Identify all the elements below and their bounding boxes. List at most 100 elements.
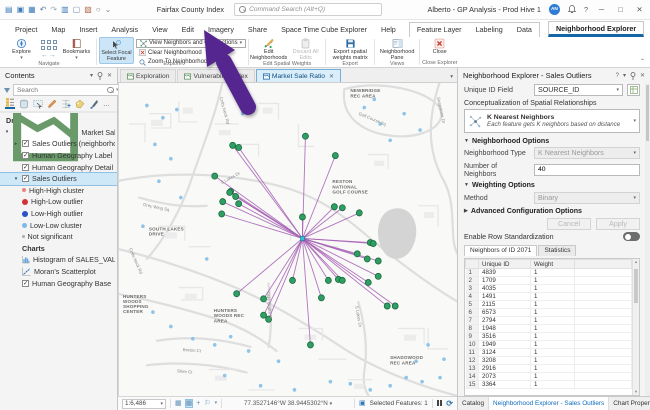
map-tab-market-sale-ratio[interactable]: Market Sale Ratio✕ <box>256 69 341 82</box>
neighbor-point[interactable] <box>219 211 225 217</box>
list-by-selection-icon[interactable] <box>33 99 43 109</box>
neighbor-point[interactable] <box>365 279 371 285</box>
notifications-bell-icon[interactable] <box>568 5 576 14</box>
bottom-tab-catalog[interactable]: Catalog <box>458 397 489 410</box>
tree-item-high-high-cluster[interactable]: High-High cluster <box>0 185 117 197</box>
table-row[interactable]: 727941 <box>466 317 632 325</box>
table-row[interactable]: 521151 <box>466 301 632 309</box>
not-significant-point[interactable] <box>362 106 366 110</box>
measure-icon[interactable]: ▧ <box>84 6 92 14</box>
ribbon-tab-imagery[interactable]: Imagery <box>201 23 241 37</box>
neighbor-point[interactable] <box>261 312 267 318</box>
pin-icon[interactable] <box>97 72 103 80</box>
bottom-tab-chart-properties[interactable]: Chart Properties <box>609 397 650 410</box>
conceptualization-select[interactable]: K Nearest Neighbors Each feature gets K … <box>464 109 640 133</box>
neighbor-point[interactable] <box>375 273 381 279</box>
bottom-tab-neighborhood-explorer-sales-outliers[interactable]: Neighborhood Explorer - Sales Outliers <box>489 397 609 410</box>
not-significant-point[interactable] <box>438 376 442 380</box>
tree-item-moran-s-scatterplot[interactable]: Moran's Scatterplot <box>0 266 117 278</box>
neighbor-point[interactable] <box>289 277 295 283</box>
table-row[interactable]: 819481 <box>466 325 632 333</box>
plus-tool-icon[interactable]: + <box>196 400 200 407</box>
neighbor-point[interactable] <box>332 153 338 159</box>
not-significant-point[interactable] <box>349 382 353 386</box>
snapping-toggle-icon[interactable]: ▦ <box>186 400 193 407</box>
not-significant-point[interactable] <box>179 196 183 200</box>
ribbon-collapse-icon[interactable]: ⌃ <box>640 58 645 65</box>
ribbon-tab-project[interactable]: Project <box>8 23 44 37</box>
table-row[interactable]: 1533641 <box>466 381 632 389</box>
neighbor-point[interactable] <box>236 201 242 207</box>
neighborhood-options-section[interactable]: ▼Neighborhood Options <box>464 137 640 145</box>
tab-statistics[interactable]: Statistics <box>538 245 576 256</box>
not-significant-point[interactable] <box>388 384 392 388</box>
toolbar-overflow-icon[interactable]: … <box>103 101 111 108</box>
map-coordinates[interactable]: 77.3527146°W 38.9445302°N ▾ <box>226 400 350 407</box>
maximize-button[interactable]: □ <box>615 5 626 14</box>
table-header-weight[interactable]: Weight <box>531 260 575 269</box>
refresh-map-icon[interactable]: ⟳ <box>446 399 453 408</box>
tree-item-histogram-of-sales-value[interactable]: Histogram of SALES_VALUE <box>0 254 117 266</box>
focal-feature-point[interactable] <box>300 236 304 240</box>
edit-neighborhoods-button[interactable]: Edit Neighborhoods <box>251 37 286 62</box>
avatar[interactable]: AN <box>549 4 560 15</box>
add-data-icon[interactable]: ▥ <box>61 6 69 14</box>
tab-neighbors-of-id-2071[interactable]: Neighbors of ID 2071 <box>464 245 537 256</box>
not-significant-point[interactable] <box>293 388 297 392</box>
neighbor-point[interactable] <box>356 210 362 216</box>
export-weights-button[interactable]: Export spatial weights matrix <box>328 37 372 62</box>
not-significant-point[interactable] <box>241 112 245 116</box>
unique-id-select[interactable]: SOURCE_ID▾ <box>534 84 623 96</box>
table-row[interactable]: 340351 <box>466 285 632 293</box>
tree-item-low-high-outlier[interactable]: Low-High outlier <box>0 208 117 220</box>
pin-icon[interactable] <box>630 72 636 80</box>
new-project-icon[interactable]: ▤ <box>5 6 13 14</box>
bookmarks-button[interactable]: Bookmarks▾ <box>59 37 94 61</box>
not-significant-point[interactable] <box>388 138 392 142</box>
not-significant-point[interactable] <box>151 310 155 314</box>
neighbor-point[interactable] <box>339 277 345 283</box>
neighbor-point[interactable] <box>233 193 239 199</box>
layer-checkbox[interactable]: ✓ <box>22 280 29 287</box>
ribbon-tab-edit[interactable]: Edit <box>175 23 201 37</box>
neighbor-point[interactable] <box>212 173 218 179</box>
list-by-drawing-order-icon[interactable] <box>5 99 15 109</box>
not-significant-point[interactable] <box>368 388 372 392</box>
list-by-charts-icon[interactable] <box>89 99 99 109</box>
panel-close-icon[interactable]: ✕ <box>640 72 645 79</box>
layer-checkbox[interactable]: ✓ <box>22 152 29 159</box>
not-significant-point[interactable] <box>141 224 145 228</box>
twisty-icon[interactable]: ▾ <box>4 129 10 135</box>
map-scale-select[interactable]: 1:6,486▾ <box>122 399 166 409</box>
neighbor-point[interactable] <box>230 142 236 148</box>
tree-map-market-sale-ratio[interactable]: ▾Market Sale Ratio <box>0 127 117 139</box>
help-icon[interactable]: ? <box>584 5 588 14</box>
neighbor-point[interactable] <box>370 241 376 247</box>
not-significant-point[interactable] <box>277 359 281 363</box>
neighbor-point[interactable] <box>331 204 337 210</box>
neighbor-point[interactable] <box>261 296 267 302</box>
not-significant-point[interactable] <box>169 157 173 161</box>
account-name[interactable]: Alberto - GP Analysis - Prod Hive 1 <box>428 5 541 14</box>
open-project-icon[interactable]: ▣ <box>17 6 25 14</box>
list-by-labeling-icon[interactable] <box>75 99 85 109</box>
not-significant-point[interactable] <box>418 128 422 132</box>
explore-button[interactable]: Explore▾ <box>4 37 39 61</box>
customize-icon[interactable]: ⌄ <box>105 6 112 14</box>
not-significant-point[interactable] <box>191 337 195 341</box>
tree-item-charts[interactable]: Charts <box>0 243 117 255</box>
ribbon-tab-feature-layer[interactable]: Feature Layer <box>410 23 469 37</box>
panel-scrollbar[interactable] <box>645 83 650 396</box>
ribbon-tab-map[interactable]: Map <box>44 23 72 37</box>
ribbon-tab-labeling[interactable]: Labeling <box>469 23 510 37</box>
table-row[interactable]: 665731 <box>466 309 632 317</box>
not-significant-point[interactable] <box>404 376 408 380</box>
neighbor-point[interactable] <box>364 256 370 262</box>
filter-funnel-icon[interactable] <box>4 88 10 93</box>
neighbor-point[interactable] <box>220 199 226 205</box>
neighbor-point[interactable] <box>236 144 242 150</box>
not-significant-point[interactable] <box>161 116 165 120</box>
table-scrollbar[interactable]: ▴▾ <box>632 259 639 395</box>
tree-item-human-geography-base[interactable]: ✓Human Geography Base <box>0 277 117 289</box>
add-selection-icon[interactable]: ▦ <box>175 400 182 407</box>
